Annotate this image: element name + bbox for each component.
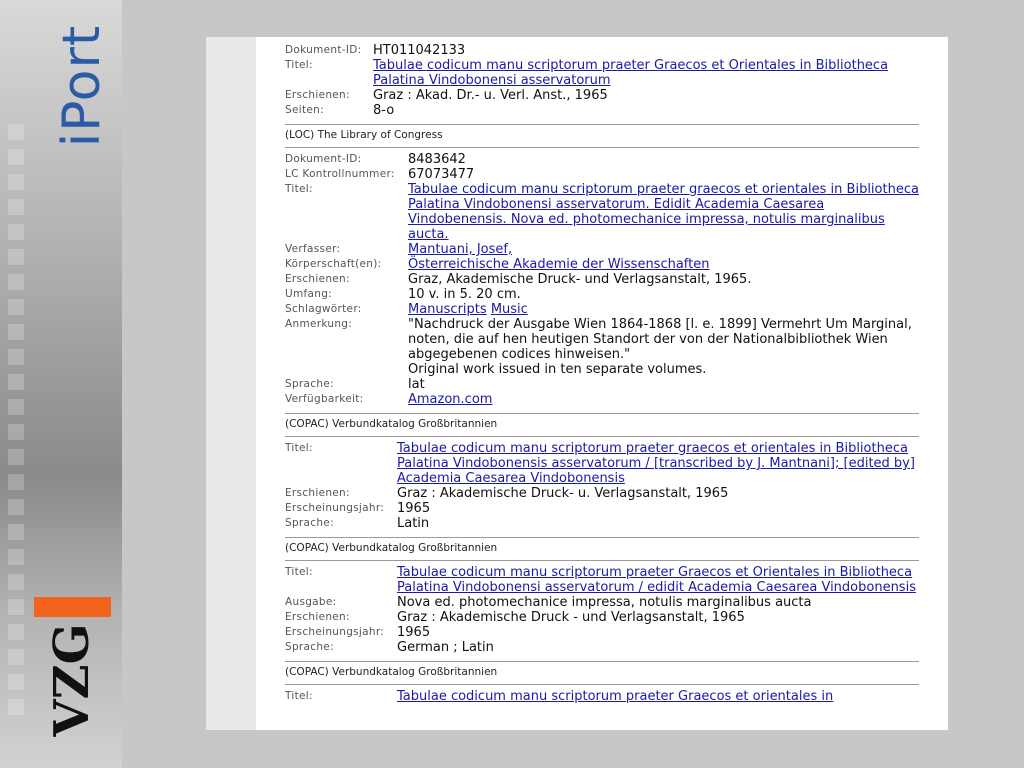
field-label: Umfang: [285,288,333,300]
field-label: Körperschaft(en): [285,258,382,270]
field-label: Schlagwörter: [285,303,362,315]
result-record: Titel: Tabulae codicum manu scriptorum pr… [285,441,919,531]
source-header: (LOC) The Library of Congress [285,125,919,148]
field-label: Verfasser: [285,243,341,255]
field-row: Dokument-ID: HT011042133 [285,43,919,58]
title-link[interactable]: Tabulae codicum manu scriptorum praeter … [397,565,916,595]
field-label: LC Kontrollnummer: [285,168,395,180]
field-label: Titel: [285,59,313,71]
note-text: "Nachdruck der Ausgabe Wien 1864-1868 [l… [408,317,912,362]
field-value: 1965 [397,625,431,640]
subject-link-manuscripts[interactable]: Manuscripts [408,302,487,317]
corporate-body-link[interactable]: Österreichische Akademie der Wissenschaf… [408,257,710,272]
result-record: Titel: Tabulae codicum manu scriptorum pr… [285,565,919,655]
field-label: Titel: [285,442,313,454]
title-link[interactable]: Tabulae codicum manu scriptorum praeter … [373,58,888,88]
results-panel[interactable]: Dokument-ID: HT011042133 Titel: Tabulae … [206,37,948,730]
field-value: Graz, Akademische Druck- und Verlagsanst… [408,272,752,287]
field-label: Erschienen: [285,487,350,499]
source-header: (COPAC) Verbundkatalog Großbritannien [285,414,919,437]
result-record: Dokument-ID: HT011042133 Titel: Tabulae … [285,43,919,118]
field-label: Erscheinungsjahr: [285,502,385,514]
vzg-logo: VZG [44,623,100,737]
field-row: Seiten: 8-o [285,103,919,118]
field-value: HT011042133 [373,43,466,58]
field-value: 10 v. in 5. 20 cm. [408,287,521,302]
field-label: Sprache: [285,517,334,529]
field-label: Anmerkung: [285,318,353,330]
field-value: Nova ed. photomechanice impressa, notuli… [397,595,812,610]
field-value: 8483642 [408,152,466,167]
field-label: Ausgabe: [285,596,337,608]
subject-link-music[interactable]: Music [491,302,528,317]
field-label: Titel: [285,566,313,578]
field-label: Erscheinungsjahr: [285,626,385,638]
field-row: Titel: Tabulae codicum manu scriptorum p… [285,58,919,88]
field-value: lat [408,377,425,392]
field-label: Erschienen: [285,611,350,623]
field-value: Latin [397,516,430,531]
title-link[interactable]: Tabulae codicum manu scriptorum praeter … [397,441,915,486]
field-label: Dokument-ID: [285,44,362,56]
decorative-squares [8,124,26,724]
field-label: Erschienen: [285,89,350,101]
field-row: Erschienen: Graz : Akad. Dr.- u. Verl. A… [285,88,919,103]
field-label: Titel: [285,183,313,195]
field-value: 8-o [373,103,395,118]
field-value: 67073477 [408,167,475,182]
field-value: 1965 [397,501,431,516]
field-label: Erschienen: [285,273,350,285]
author-link[interactable]: Mantuani, Josef, [408,242,512,257]
field-label: Sprache: [285,378,334,390]
title-link[interactable]: Tabulae codicum manu scriptorum praeter … [408,182,919,242]
field-value: Graz : Akad. Dr.- u. Verl. Anst., 1965 [373,88,608,103]
field-value: German ; Latin [397,640,494,655]
brand-sidebar: iPort VZG [0,0,122,768]
field-label: Titel: [285,690,313,702]
amazon-link[interactable]: Amazon.com [408,392,492,407]
field-label: Seiten: [285,104,324,116]
content-gutter [206,37,256,730]
result-list: Dokument-ID: HT011042133 Titel: Tabulae … [285,43,919,704]
field-value: Graz : Akademische Druck- u. Verlagsanst… [397,486,729,501]
field-label: Dokument-ID: [285,153,362,165]
field-label: Verfügbarkeit: [285,393,364,405]
source-header: (COPAC) Verbundkatalog Großbritannien [285,538,919,561]
source-header: (COPAC) Verbundkatalog Großbritannien [285,662,919,685]
note-text-2: Original work issued in ten separate vol… [408,362,707,377]
title-link[interactable]: Tabulae codicum manu scriptorum praeter … [397,689,833,704]
iport-logo: iPort [52,24,112,148]
field-label: Sprache: [285,641,334,653]
field-value: Graz : Akademische Druck - und Verlagsan… [397,610,745,625]
result-record: Titel: Tabulae codicum manu scriptorum pr… [285,689,919,704]
result-record: Dokument-ID: 8483642 LC Kontrollnummer: 67… [285,152,919,407]
vzg-logo-bar [34,597,111,617]
